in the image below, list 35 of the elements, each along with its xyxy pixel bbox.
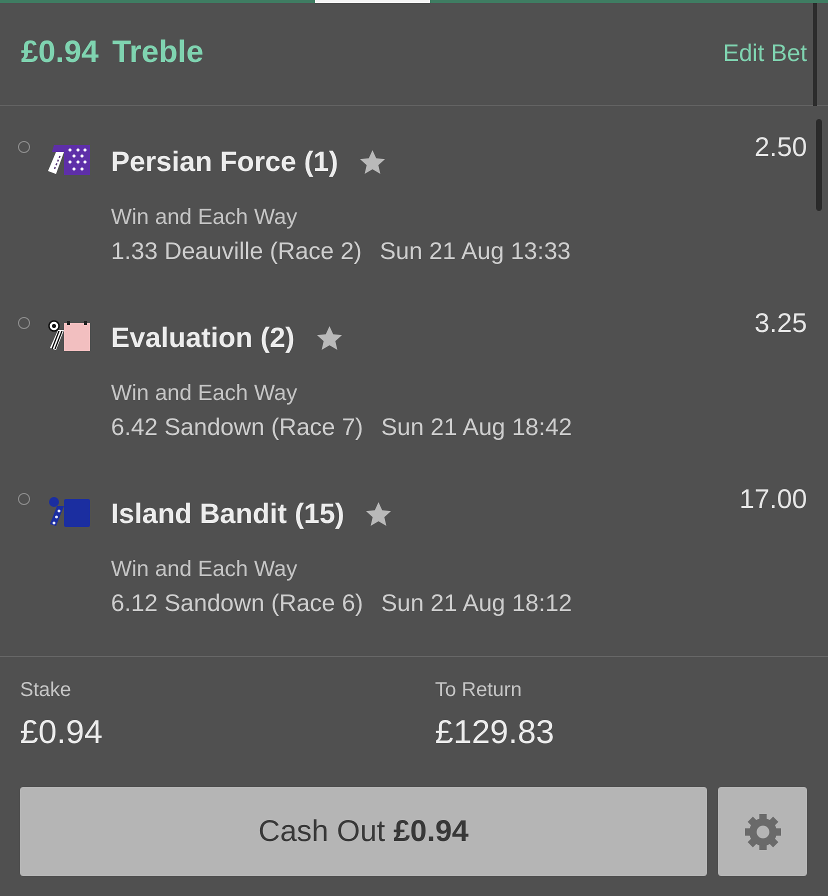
odds-text: 3.25 bbox=[754, 309, 807, 337]
odds-text: 2.50 bbox=[754, 133, 807, 161]
stake-value: £0.94 bbox=[20, 715, 103, 749]
race-time: Sun 21 Aug 18:12 bbox=[381, 590, 572, 618]
race-time: Sun 21 Aug 13:33 bbox=[380, 238, 571, 266]
stake-label: Stake bbox=[20, 679, 72, 701]
jockey-silk-icon bbox=[48, 496, 90, 527]
star-icon[interactable] bbox=[316, 326, 342, 350]
status-circle-icon bbox=[18, 493, 30, 505]
bet-title: £0.94 Treble bbox=[21, 34, 204, 70]
edit-bet-link[interactable]: Edit Bet bbox=[722, 40, 807, 68]
star-icon[interactable] bbox=[366, 502, 392, 526]
cash-out-button[interactable]: Cash Out £0.94 bbox=[20, 787, 707, 876]
settings-button[interactable] bbox=[718, 787, 807, 876]
scrollbar-thumb[interactable] bbox=[816, 119, 822, 211]
horse-name: Island Bandit (15) bbox=[111, 498, 344, 530]
horse-name: Persian Force (1) bbox=[111, 146, 338, 178]
jockey-silk-icon bbox=[48, 320, 90, 351]
market-text: Win and Each Way bbox=[111, 204, 298, 230]
race-text: 1.33 Deauville (Race 2) bbox=[111, 238, 362, 266]
race-text: 6.12 Sandown (Race 6) bbox=[111, 590, 364, 618]
race-time: Sun 21 Aug 18:42 bbox=[381, 414, 572, 442]
odds-text: 17.00 bbox=[739, 485, 807, 513]
horse-name: Evaluation (2) bbox=[111, 322, 295, 354]
status-circle-icon bbox=[18, 317, 30, 329]
return-label: To Return bbox=[435, 679, 522, 701]
scrollbar-thumb[interactable] bbox=[813, 3, 817, 106]
star-icon[interactable] bbox=[360, 150, 386, 174]
settings-icon bbox=[744, 814, 780, 850]
race-text: 6.42 Sandown (Race 7) bbox=[111, 414, 364, 442]
status-circle-icon bbox=[18, 141, 30, 153]
market-text: Win and Each Way bbox=[111, 380, 298, 406]
jockey-silk-icon bbox=[48, 144, 90, 175]
return-value: £129.83 bbox=[435, 715, 554, 749]
market-text: Win and Each Way bbox=[111, 556, 298, 582]
